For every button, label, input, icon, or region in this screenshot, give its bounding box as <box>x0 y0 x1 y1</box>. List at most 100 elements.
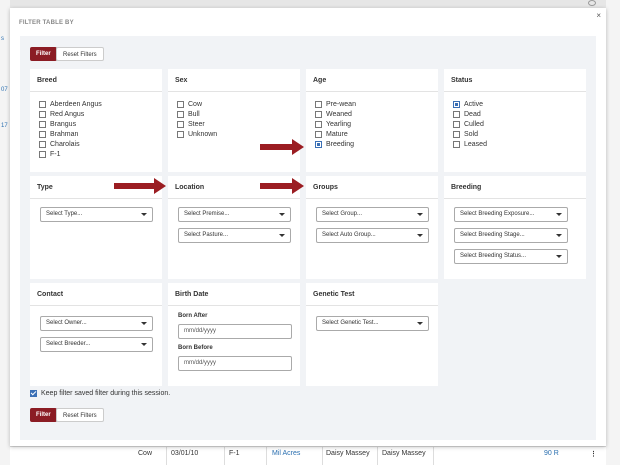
checkbox[interactable] <box>39 120 46 128</box>
age-option[interactable]: Weaned <box>315 109 356 119</box>
chevron-down-icon <box>279 213 285 216</box>
chevron-down-icon <box>141 213 147 216</box>
genetic-test-heading: Genetic Test <box>313 291 355 298</box>
option-label: Cow <box>188 100 203 108</box>
checkbox[interactable] <box>453 110 460 118</box>
breeding-heading: Breeding <box>451 184 482 191</box>
table-row[interactable]: Cow 03/01/10 F-1 Mil Acres Daisy Massey … <box>10 446 606 465</box>
checkbox[interactable] <box>39 130 46 138</box>
age-option[interactable]: Yearling <box>315 119 356 129</box>
breed-option[interactable]: Aberdeen Angus <box>39 99 102 109</box>
keep-filter-option[interactable]: Keep filter saved filter during this ses… <box>30 390 170 397</box>
breeding-card: Breeding Select Breeding Exposure... Sel… <box>444 176 586 279</box>
option-label: Brangus <box>50 120 77 128</box>
reset-filters-button-bottom[interactable]: Reset Filters <box>56 408 104 422</box>
checkbox[interactable] <box>39 110 46 118</box>
pasture-select[interactable]: Select Pasture... <box>178 228 291 243</box>
checkbox[interactable] <box>177 100 184 108</box>
checkbox[interactable] <box>177 120 184 128</box>
status-option[interactable]: Culled <box>453 119 487 129</box>
checkbox[interactable] <box>39 140 46 148</box>
status-option[interactable]: Leased <box>453 139 487 149</box>
checkbox[interactable] <box>315 100 322 108</box>
age-options: Pre-wean Weaned Yearling Mature Breeding <box>315 99 356 149</box>
born-after-input[interactable]: mm/dd/yyyy <box>178 324 292 339</box>
checkbox-checked[interactable] <box>30 390 37 397</box>
checkbox[interactable] <box>177 110 184 118</box>
background-page-left: s 07 17 <box>0 0 10 465</box>
chevron-down-icon <box>141 343 147 346</box>
checkbox-checked[interactable] <box>315 140 322 148</box>
option-label: Active <box>464 100 484 108</box>
option-label: Dead <box>464 110 481 118</box>
contact-heading: Contact <box>37 291 64 298</box>
filter-modal: FILTER TABLE BY × Filter Reset Filters B… <box>10 8 606 446</box>
status-option[interactable]: Sold <box>453 129 487 139</box>
bg-snippet: 17 <box>1 123 8 129</box>
genetic-test-card: Genetic Test Select Genetic Test... <box>306 283 438 386</box>
sex-option[interactable]: Steer <box>177 119 217 129</box>
sex-option[interactable]: Bull <box>177 109 217 119</box>
location-card: Location Select Premise... Select Pastur… <box>168 176 300 279</box>
breeding-exposure-select[interactable]: Select Breeding Exposure... <box>454 207 568 222</box>
close-icon[interactable]: × <box>596 11 601 20</box>
more-icon[interactable]: ⋮ <box>590 450 597 458</box>
status-option[interactable]: Active <box>453 99 487 109</box>
breed-option[interactable]: F-1 <box>39 149 102 159</box>
cell-premise-link[interactable]: Mil Acres <box>272 450 300 457</box>
born-before-input[interactable]: mm/dd/yyyy <box>178 356 292 371</box>
checkbox[interactable] <box>453 120 460 128</box>
cell-owner: Daisy Massey <box>326 450 370 457</box>
breeder-select[interactable]: Select Breeder... <box>40 337 153 352</box>
checkbox[interactable] <box>315 110 322 118</box>
filter-button[interactable]: Filter <box>30 47 57 61</box>
group-select[interactable]: Select Group... <box>316 207 429 222</box>
age-option[interactable]: Mature <box>315 129 356 139</box>
type-select[interactable]: Select Type... <box>40 207 153 222</box>
cell-birth-date: 03/01/10 <box>171 450 199 457</box>
sex-options: Cow Bull Steer Unknown <box>177 99 217 139</box>
checkbox[interactable] <box>39 100 46 108</box>
birth-date-heading: Birth Date <box>175 291 209 298</box>
age-option[interactable]: Pre-wean <box>315 99 356 109</box>
filter-button-bottom[interactable]: Filter <box>30 408 57 422</box>
option-label: Pre-wean <box>326 100 356 108</box>
checkbox[interactable] <box>39 150 46 158</box>
sex-option[interactable]: Cow <box>177 99 217 109</box>
breed-option[interactable]: Charolais <box>39 139 102 149</box>
genetic-test-select[interactable]: Select Genetic Test... <box>316 316 429 331</box>
cell-id-link[interactable]: 90 R <box>544 450 559 457</box>
breed-option[interactable]: Brangus <box>39 119 102 129</box>
breed-option[interactable]: Brahman <box>39 129 102 139</box>
auto-group-select[interactable]: Select Auto Group... <box>316 228 429 243</box>
option-label: Yearling <box>326 120 352 128</box>
status-option[interactable]: Dead <box>453 109 487 119</box>
arrow-annotation-groups <box>260 178 304 194</box>
age-option[interactable]: Breeding <box>315 139 356 149</box>
filter-panel: Filter Reset Filters Breed Aberdeen Angu… <box>20 36 596 440</box>
breeding-status-select[interactable]: Select Breeding Status... <box>454 249 568 264</box>
select-value: Select Breeder... <box>46 341 91 347</box>
status-options: Active Dead Culled Sold Leased <box>453 99 487 149</box>
sex-option[interactable]: Unknown <box>177 129 217 139</box>
born-before-label: Born Before <box>178 345 213 351</box>
breeding-stage-select[interactable]: Select Breeding Stage... <box>454 228 568 243</box>
select-value: Select Pasture... <box>184 232 229 238</box>
option-label: Sold <box>464 130 479 138</box>
chevron-down-icon <box>556 213 562 216</box>
checkbox[interactable] <box>453 140 460 148</box>
reset-filters-button[interactable]: Reset Filters <box>56 47 104 61</box>
background-page-right <box>606 0 620 465</box>
option-label: Weaned <box>326 110 352 118</box>
premise-select[interactable]: Select Premise... <box>178 207 291 222</box>
checkbox[interactable] <box>315 120 322 128</box>
breed-option[interactable]: Red Angus <box>39 109 102 119</box>
select-value: Select Owner... <box>46 320 87 326</box>
owner-select[interactable]: Select Owner... <box>40 316 153 331</box>
option-label: Aberdeen Angus <box>50 100 102 108</box>
checkbox-checked[interactable] <box>453 100 460 108</box>
checkbox[interactable] <box>315 130 322 138</box>
cell-sex: Cow <box>138 450 153 457</box>
checkbox[interactable] <box>177 130 184 138</box>
checkbox[interactable] <box>453 130 460 138</box>
